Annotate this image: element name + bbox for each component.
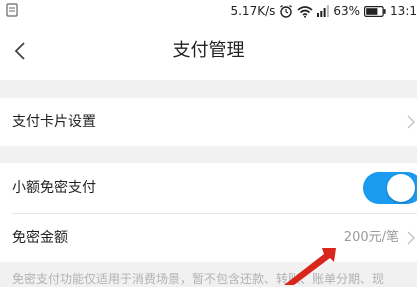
alarm-icon: [280, 4, 293, 18]
toggle-knob: [387, 174, 415, 202]
signal-icon: [317, 5, 330, 17]
small-pay-label: 小额免密支付: [12, 180, 96, 196]
chevron-right-icon: [407, 231, 415, 245]
status-icons: 5.17K/s 63% 13:1: [230, 2, 417, 20]
chevron-right-icon: [407, 115, 415, 129]
small-pay-toggle[interactable]: [363, 172, 417, 204]
battery-percent: 63%: [333, 4, 361, 18]
header-bar: 支付管理: [0, 22, 417, 80]
status-bar: 5.17K/s 63% 13:1: [0, 0, 417, 22]
card-settings-row[interactable]: 支付卡片设置: [0, 98, 417, 146]
status-left: [6, 3, 18, 20]
clock: 13:1: [390, 4, 417, 18]
app-notification-icon: [6, 3, 18, 17]
page-title: 支付管理: [172, 40, 245, 61]
network-speed: 5.17K/s: [230, 4, 276, 18]
amount-label: 免密金额: [12, 230, 68, 246]
card-settings-label: 支付卡片设置: [12, 114, 96, 130]
wifi-icon: [297, 5, 313, 18]
footnote-text: 免密支付功能仅适用于消费场景，暂不包含还款、转账、账单分期、现: [12, 272, 385, 286]
amount-row[interactable]: 免密金额 200元/笔: [0, 214, 417, 262]
amount-value: 200元/笔: [343, 230, 399, 245]
battery-icon: [364, 5, 386, 17]
annotation-arrow-icon: [284, 248, 336, 285]
